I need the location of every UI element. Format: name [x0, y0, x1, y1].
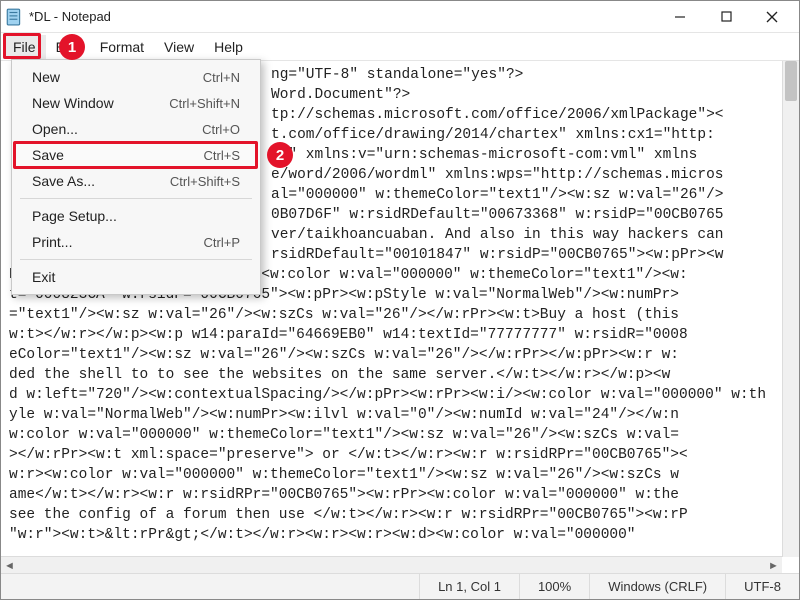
- menu-item-label: Save As...: [32, 173, 95, 189]
- menu-view[interactable]: View: [154, 35, 204, 59]
- highlight-save-item: [13, 141, 258, 169]
- menubar: File Edit Format View Help: [1, 33, 799, 61]
- menu-item-shortcut: Ctrl+N: [203, 70, 240, 85]
- menu-item-label: New: [32, 69, 60, 85]
- window-controls: [657, 1, 795, 33]
- status-ln-col: Ln 1, Col 1: [419, 574, 519, 599]
- status-line-ending: Windows (CRLF): [589, 574, 725, 599]
- horizontal-scrollbar[interactable]: ◄ ►: [1, 556, 782, 573]
- menu-item-label: Page Setup...: [32, 208, 117, 224]
- editor-line: ></w:rPr><w:t xml:space="preserve"> or <…: [9, 445, 791, 465]
- scroll-left-arrow[interactable]: ◄: [1, 557, 18, 574]
- menu-item-shortcut: Ctrl+Shift+N: [169, 96, 240, 111]
- menu-item-label: Exit: [32, 269, 55, 285]
- menu-item-shortcut: Ctrl+P: [204, 235, 240, 250]
- menu-help[interactable]: Help: [204, 35, 253, 59]
- menu-item-print[interactable]: Print... Ctrl+P: [12, 229, 260, 255]
- file-dropdown: New Ctrl+N New Window Ctrl+Shift+N Open.…: [11, 59, 261, 295]
- menu-item-label: New Window: [32, 95, 114, 111]
- vertical-scrollbar[interactable]: [782, 61, 799, 557]
- menu-item-label: Print...: [32, 234, 72, 250]
- editor-line: ame</w:t></w:r><w:r w:rsidRPr="00CB0765"…: [9, 485, 791, 505]
- menu-item-exit[interactable]: Exit: [12, 264, 260, 290]
- titlebar: *DL - Notepad: [1, 1, 799, 33]
- window-title: *DL - Notepad: [29, 9, 657, 24]
- editor-line: yle w:val="NormalWeb"/><w:numPr><w:ilvl …: [9, 405, 791, 425]
- editor-line: ded the shell to to see the websites on …: [9, 365, 791, 385]
- editor-line: w:color w:val="000000" w:themeColor="tex…: [9, 425, 791, 445]
- scroll-right-arrow[interactable]: ►: [765, 557, 782, 574]
- statusbar: Ln 1, Col 1 100% Windows (CRLF) UTF-8: [1, 573, 799, 599]
- menu-item-new-window[interactable]: New Window Ctrl+Shift+N: [12, 90, 260, 116]
- editor-line: ="text1"/><w:sz w:val="26"/><w:szCs w:va…: [9, 305, 791, 325]
- highlight-file-menu: [3, 33, 41, 59]
- menu-item-page-setup[interactable]: Page Setup...: [12, 203, 260, 229]
- editor-line: see the config of a forum then use </w:t…: [9, 505, 791, 525]
- menu-separator: [20, 198, 252, 199]
- scrollbar-thumb[interactable]: [785, 61, 797, 101]
- menu-item-shortcut: Ctrl+Shift+S: [170, 174, 240, 189]
- editor-line: d w:left="720"/><w:contextualSpacing/></…: [9, 385, 791, 405]
- callout-1: 1: [59, 34, 85, 60]
- menu-item-shortcut: Ctrl+O: [202, 122, 240, 137]
- maximize-button[interactable]: [703, 1, 749, 33]
- menu-item-open[interactable]: Open... Ctrl+O: [12, 116, 260, 142]
- editor-line: eColor="text1"/><w:sz w:val="26"/><w:szC…: [9, 345, 791, 365]
- menu-item-save-as[interactable]: Save As... Ctrl+Shift+S: [12, 168, 260, 194]
- menu-format[interactable]: Format: [90, 35, 154, 59]
- editor-line: "w:r"><w:t>&lt:rPr&gt;</w:t></w:r><w:r><…: [9, 525, 791, 545]
- notepad-icon: [5, 8, 23, 26]
- editor-line: w:r><w:color w:val="000000" w:themeColor…: [9, 465, 791, 485]
- status-encoding: UTF-8: [725, 574, 799, 599]
- menu-separator: [20, 259, 252, 260]
- status-zoom: 100%: [519, 574, 589, 599]
- menu-item-new[interactable]: New Ctrl+N: [12, 64, 260, 90]
- editor-line: w:t></w:r></w:p><w:p w14:paraId="64669EB…: [9, 325, 791, 345]
- callout-2: 2: [267, 142, 293, 168]
- close-button[interactable]: [749, 1, 795, 33]
- menu-item-label: Open...: [32, 121, 78, 137]
- minimize-button[interactable]: [657, 1, 703, 33]
